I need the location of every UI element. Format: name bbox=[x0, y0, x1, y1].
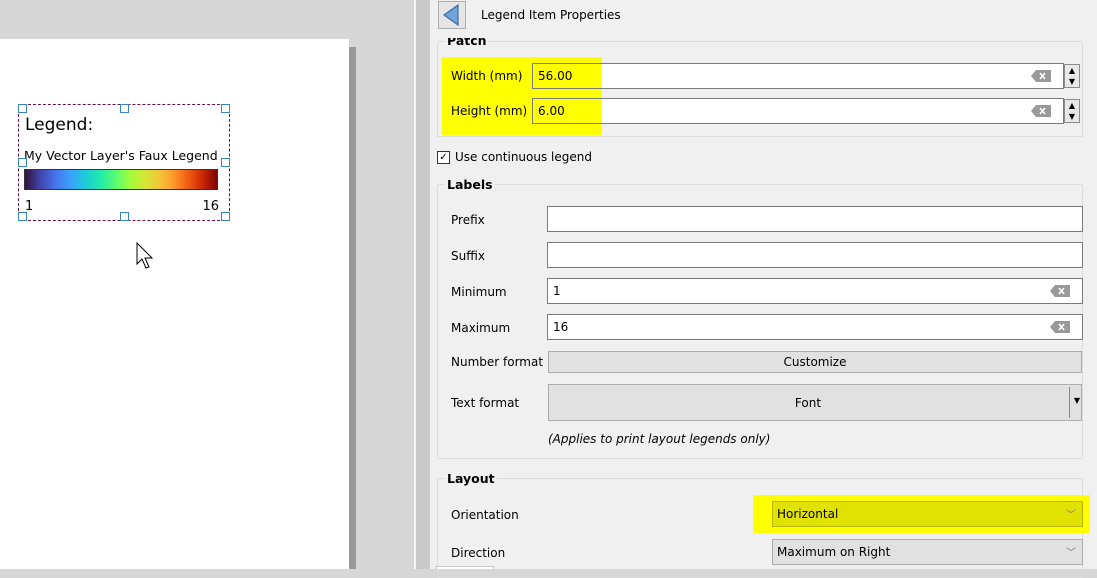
customize-button[interactable]: Customize bbox=[548, 351, 1082, 373]
page-shadow bbox=[349, 47, 356, 569]
minimum-label: Minimum bbox=[451, 285, 507, 299]
width-spinbox[interactable]: ▲ ▼ bbox=[1064, 64, 1080, 88]
resize-handle-left[interactable] bbox=[18, 158, 27, 167]
spin-down-icon[interactable]: ▼ bbox=[1065, 111, 1079, 122]
properties-panel: Legend Item Properties Patch Width (mm) … bbox=[430, 0, 1097, 578]
panel-title: Legend Item Properties bbox=[481, 8, 621, 22]
height-input[interactable]: 6.00 bbox=[532, 98, 1064, 124]
width-label: Width (mm) bbox=[451, 69, 523, 83]
color-ramp-bar bbox=[24, 169, 218, 190]
back-arrow-icon bbox=[442, 3, 459, 27]
suffix-label: Suffix bbox=[451, 249, 485, 263]
orientation-label: Orientation bbox=[451, 508, 519, 522]
chevron-down-icon: ﹀ bbox=[1066, 548, 1076, 559]
legend-title: Legend: bbox=[25, 115, 94, 135]
height-label: Height (mm) bbox=[451, 104, 528, 118]
resize-handle-bottom-left[interactable] bbox=[18, 212, 27, 221]
font-button[interactable]: Font ▼ bbox=[548, 384, 1082, 421]
maximum-input[interactable]: 16 bbox=[547, 314, 1083, 340]
maximum-value: 16 bbox=[553, 320, 569, 334]
patch-group-title: Patch bbox=[445, 33, 489, 48]
layout-canvas[interactable]: Legend: My Vector Layer's Faux Legend 1 … bbox=[0, 0, 414, 569]
font-button-label: Font bbox=[794, 396, 822, 410]
text-format-label: Text format bbox=[451, 396, 520, 410]
resize-handle-top-left[interactable] bbox=[18, 104, 27, 113]
use-continuous-legend-checkbox[interactable]: ✓ bbox=[437, 151, 450, 164]
font-menu-separator bbox=[1069, 387, 1070, 418]
width-value: 56.00 bbox=[538, 69, 573, 83]
suffix-input[interactable] bbox=[547, 242, 1083, 268]
spin-up-icon[interactable]: ▲ bbox=[1065, 65, 1079, 76]
number-format-label: Number format bbox=[451, 355, 544, 369]
prefix-input[interactable] bbox=[547, 206, 1083, 232]
print-layout-note: (Applies to print layout legends only) bbox=[548, 432, 771, 446]
dock-strip bbox=[416, 0, 430, 569]
minimum-value: 1 bbox=[553, 284, 561, 298]
back-button[interactable] bbox=[438, 1, 466, 29]
orientation-value: Horizontal bbox=[777, 507, 839, 521]
clear-minimum-icon[interactable] bbox=[1050, 285, 1070, 297]
direction-label: Direction bbox=[451, 546, 506, 560]
mouse-cursor-icon bbox=[136, 242, 154, 269]
direction-value: Maximum on Right bbox=[777, 545, 891, 559]
legend-item[interactable]: Legend: My Vector Layer's Faux Legend 1 … bbox=[18, 104, 230, 221]
dropdown-arrow-icon[interactable]: ▼ bbox=[1074, 396, 1080, 405]
ramp-max-label: 16 bbox=[202, 199, 219, 214]
spin-down-icon[interactable]: ▼ bbox=[1065, 76, 1079, 87]
minimum-input[interactable]: 1 bbox=[547, 278, 1083, 304]
orientation-select[interactable]: Horizontal ﹀ bbox=[772, 501, 1083, 527]
layout-group-title: Layout bbox=[445, 471, 497, 486]
layout-page[interactable]: Legend: My Vector Layer's Faux Legend 1 … bbox=[0, 39, 349, 569]
use-continuous-legend-label[interactable]: Use continuous legend bbox=[455, 150, 592, 164]
clear-height-icon[interactable] bbox=[1031, 105, 1051, 117]
spin-up-icon[interactable]: ▲ bbox=[1065, 100, 1079, 111]
height-value: 6.00 bbox=[538, 104, 565, 118]
resize-handle-right[interactable] bbox=[221, 158, 230, 167]
legend-layer-name: My Vector Layer's Faux Legend bbox=[24, 148, 218, 163]
resize-handle-bottom[interactable] bbox=[120, 212, 129, 221]
prefix-label: Prefix bbox=[451, 213, 485, 227]
width-input[interactable]: 56.00 bbox=[532, 63, 1064, 89]
chevron-down-icon: ﹀ bbox=[1066, 510, 1076, 521]
resize-handle-top[interactable] bbox=[120, 104, 129, 113]
resize-handle-bottom-right[interactable] bbox=[221, 212, 230, 221]
resize-handle-top-right[interactable] bbox=[221, 104, 230, 113]
clear-maximum-icon[interactable] bbox=[1050, 321, 1070, 333]
height-spinbox[interactable]: ▲ ▼ bbox=[1064, 99, 1080, 123]
direction-select[interactable]: Maximum on Right ﹀ bbox=[772, 539, 1083, 565]
clear-width-icon[interactable] bbox=[1031, 70, 1051, 82]
labels-group-title: Labels bbox=[445, 177, 495, 192]
maximum-label: Maximum bbox=[451, 321, 511, 335]
